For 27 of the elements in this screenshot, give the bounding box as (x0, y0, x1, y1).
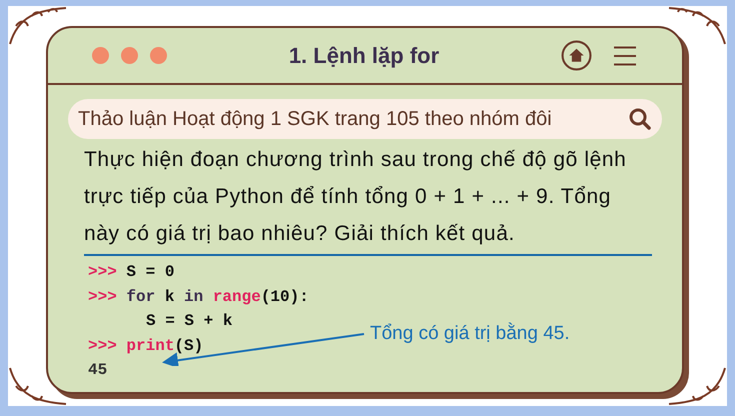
window-dot-icon[interactable] (121, 47, 138, 64)
annotation-text: Tổng có giá trị bằng 45. (370, 322, 570, 346)
function-text: range (212, 286, 261, 308)
prompt-text: >>> (88, 262, 117, 283)
home-icon[interactable] (561, 40, 592, 71)
search-icon[interactable] (628, 107, 652, 131)
code-text: S = 0 (126, 262, 174, 283)
search-field[interactable]: Thảo luận Hoạt động 1 SGK trang 105 theo nhóm đôi (68, 99, 662, 139)
keyword-text: in (184, 286, 204, 308)
code-text: (10): (260, 286, 309, 308)
prompt-text: >>> (88, 286, 117, 308)
ornament-drawing (667, 6, 727, 46)
code-text: k (164, 286, 174, 308)
window-dot-icon[interactable] (92, 47, 109, 64)
window-title: 1. Lệnh lặp for (288, 42, 440, 68)
prompt-text: >>> (88, 336, 117, 356)
code-text: S = S + k (146, 311, 232, 332)
keyword-text: for (126, 286, 156, 308)
output-text: 45 (88, 360, 108, 381)
window-dot-icon[interactable] (150, 47, 167, 64)
menu-icon[interactable] (614, 46, 636, 66)
ornament-drawing (8, 6, 68, 46)
code-text: (S) (174, 336, 204, 356)
function-text: print (126, 336, 174, 356)
instruction-text: Thực hiện đoạn chương trình sau trong chế độ gõ lệnh trực tiếp của Python để tính tổng 0 + 1 + ... + 9. Tổng này có giá trị bao nhiêu? Giải thích kết quả. (84, 141, 652, 256)
ornament-drawing (667, 366, 727, 406)
ornament-drawing (8, 366, 68, 406)
